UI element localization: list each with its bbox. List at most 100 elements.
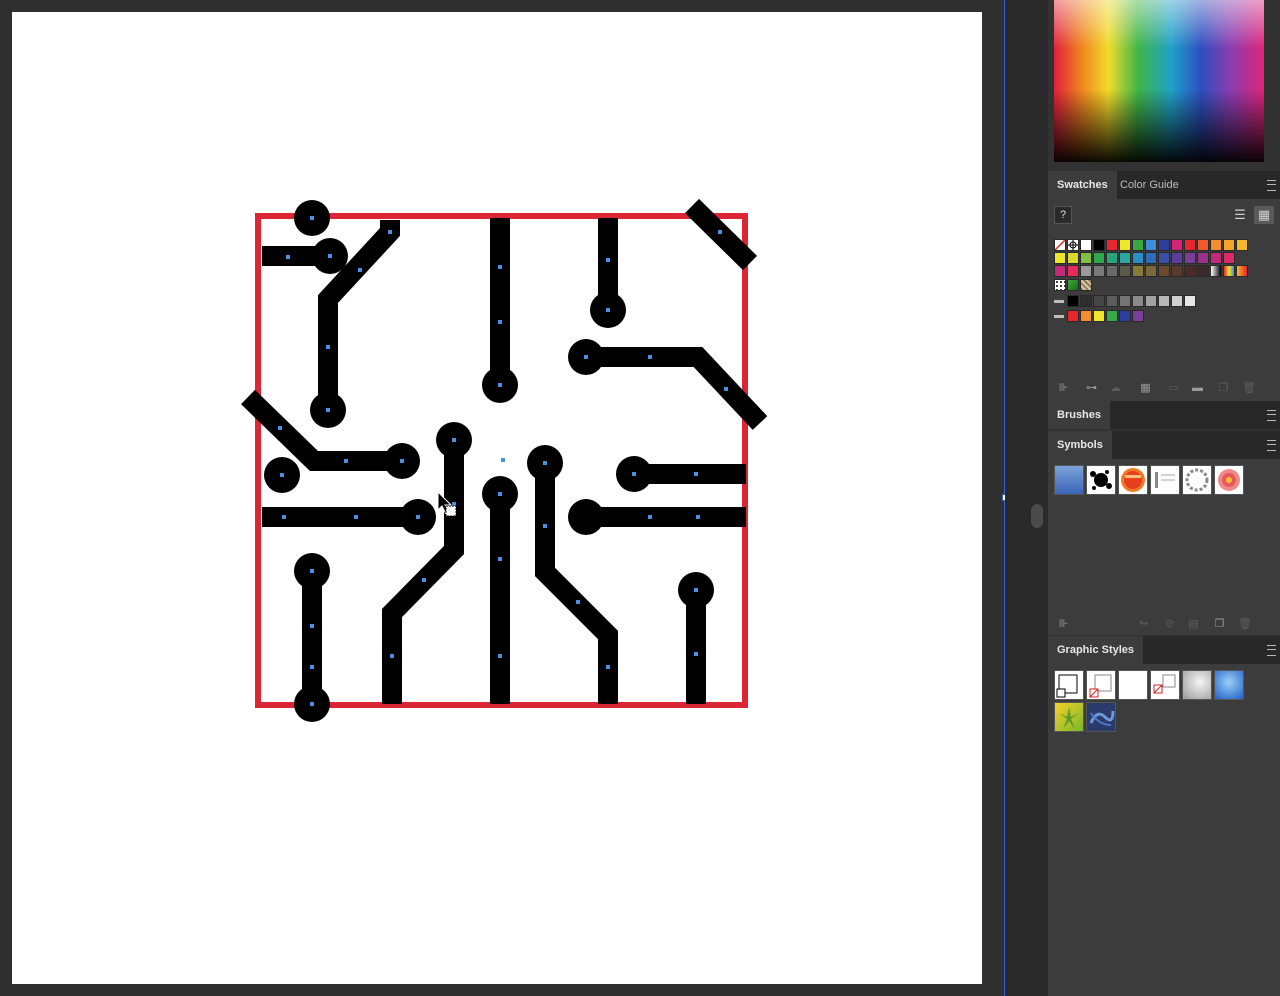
white-fill-style[interactable]	[1118, 670, 1148, 700]
circuit-artwork[interactable]	[12, 12, 982, 984]
swatch[interactable]	[1158, 295, 1170, 307]
swatch[interactable]	[1197, 239, 1209, 251]
blue-glow-style[interactable]	[1214, 670, 1244, 700]
swatch-options-icon[interactable]: ?	[1054, 206, 1072, 224]
swatch[interactable]	[1145, 295, 1157, 307]
panel-menu-icon[interactable]	[1267, 410, 1276, 421]
swatch[interactable]	[1171, 295, 1183, 307]
swatch[interactable]	[1184, 239, 1196, 251]
trace-segment[interactable]	[535, 463, 618, 704]
swatch[interactable]	[1119, 252, 1131, 264]
swatch[interactable]	[1119, 310, 1131, 322]
cloud-icon[interactable]: ☁	[1110, 383, 1121, 394]
swatch[interactable]	[1197, 252, 1209, 264]
tab-symbols[interactable]: Symbols	[1048, 431, 1112, 459]
swatch[interactable]	[1054, 252, 1066, 264]
swatch[interactable]	[1106, 265, 1118, 277]
swatch[interactable]	[1132, 252, 1144, 264]
swatch-pattern[interactable]	[1080, 279, 1092, 291]
swatch[interactable]	[1080, 265, 1092, 277]
swatch[interactable]	[1080, 252, 1092, 264]
trace-segment[interactable]	[586, 347, 768, 430]
blue-texture-style[interactable]	[1086, 702, 1116, 732]
canvas-workspace[interactable]	[0, 0, 1004, 996]
pad[interactable]	[568, 499, 604, 535]
swatch-libraries-icon[interactable]: ⊪	[1058, 383, 1069, 394]
swatch[interactable]	[1067, 295, 1079, 307]
swatch[interactable]	[1106, 239, 1118, 251]
swatch[interactable]	[1145, 265, 1157, 277]
flower-symbol[interactable]	[1214, 465, 1244, 495]
swatch[interactable]	[1223, 239, 1235, 251]
swatch[interactable]	[1145, 239, 1157, 251]
color-group-icon[interactable]: ▦	[1140, 383, 1151, 394]
tab-swatches[interactable]: Swatches	[1048, 171, 1117, 199]
swatch[interactable]	[1171, 265, 1183, 277]
symbol-libraries-icon[interactable]: ⊪	[1058, 619, 1069, 630]
default-style[interactable]	[1054, 670, 1084, 700]
swatch[interactable]	[1054, 265, 1066, 277]
swatch[interactable]	[1145, 252, 1157, 264]
blue-banner-symbol[interactable]	[1054, 465, 1084, 495]
grid-view-icon[interactable]: ▦	[1254, 206, 1274, 224]
swatch[interactable]	[1132, 310, 1144, 322]
swatch-registration[interactable]	[1067, 239, 1079, 251]
swatch[interactable]	[1106, 295, 1118, 307]
delete-symbol-icon[interactable]: 🗑	[1238, 619, 1252, 630]
swatch[interactable]	[1184, 252, 1196, 264]
swatch-pattern[interactable]	[1054, 279, 1066, 291]
break-link-icon[interactable]: ⊘	[1164, 619, 1175, 630]
swatch-gradient[interactable]	[1210, 265, 1222, 277]
trace-segment[interactable]	[382, 440, 464, 704]
swatch[interactable]	[1236, 239, 1248, 251]
tab-color-guide[interactable]: Color Guide	[1120, 171, 1179, 199]
swatch[interactable]	[1132, 265, 1144, 277]
swatch[interactable]	[1171, 252, 1183, 264]
tab-graphic-styles[interactable]: Graphic Styles	[1048, 636, 1144, 664]
swatch[interactable]	[1158, 239, 1170, 251]
artboard[interactable]	[12, 12, 982, 984]
new-symbol-icon[interactable]: ❐	[1214, 619, 1225, 630]
swatch[interactable]	[1080, 310, 1092, 322]
no-fill-style[interactable]	[1086, 670, 1116, 700]
swatch[interactable]	[1106, 310, 1118, 322]
outline-style[interactable]	[1150, 670, 1180, 700]
swatch[interactable]	[1093, 239, 1105, 251]
gray-gradient-style[interactable]	[1182, 670, 1212, 700]
symbol-options-icon[interactable]: ▤	[1188, 619, 1199, 630]
swatch[interactable]	[1184, 265, 1196, 277]
swatch[interactable]	[1093, 310, 1105, 322]
swatch-none[interactable]	[1054, 239, 1066, 251]
swatch[interactable]	[1119, 239, 1131, 251]
swatch[interactable]	[1080, 295, 1092, 307]
swatch[interactable]	[1119, 265, 1131, 277]
swatch[interactable]	[1080, 239, 1092, 251]
swatch[interactable]	[1067, 252, 1079, 264]
show-kinds-icon[interactable]: ⊶	[1086, 383, 1097, 394]
swatch[interactable]	[1106, 252, 1118, 264]
new-swatch-icon[interactable]: ❐	[1218, 383, 1229, 394]
swatch[interactable]	[1093, 252, 1105, 264]
swatch[interactable]	[1210, 239, 1222, 251]
swatch[interactable]	[1093, 265, 1105, 277]
swatch[interactable]	[1197, 265, 1209, 277]
circuit-traces[interactable]	[241, 198, 768, 704]
color-spectrum[interactable]	[1054, 0, 1264, 162]
orange-button-symbol[interactable]	[1118, 465, 1148, 495]
swatch[interactable]	[1093, 295, 1105, 307]
new-group-icon[interactable]: ▭	[1168, 383, 1179, 394]
swatch-gradient[interactable]	[1236, 265, 1248, 277]
swatch[interactable]	[1184, 295, 1196, 307]
swatch[interactable]	[1171, 239, 1183, 251]
ink-splat-symbol[interactable]	[1086, 465, 1116, 495]
panel-menu-icon[interactable]	[1267, 645, 1276, 656]
yellow-burst-style[interactable]	[1054, 702, 1084, 732]
panel-menu-icon[interactable]	[1267, 440, 1276, 451]
swatch[interactable]	[1119, 295, 1131, 307]
swatch[interactable]	[1067, 265, 1079, 277]
list-view-icon[interactable]: ☰	[1230, 206, 1250, 224]
place-symbol-icon[interactable]: ↬	[1138, 619, 1149, 630]
swatch-pattern[interactable]	[1067, 279, 1079, 291]
swatch[interactable]	[1132, 239, 1144, 251]
swatch[interactable]	[1158, 252, 1170, 264]
